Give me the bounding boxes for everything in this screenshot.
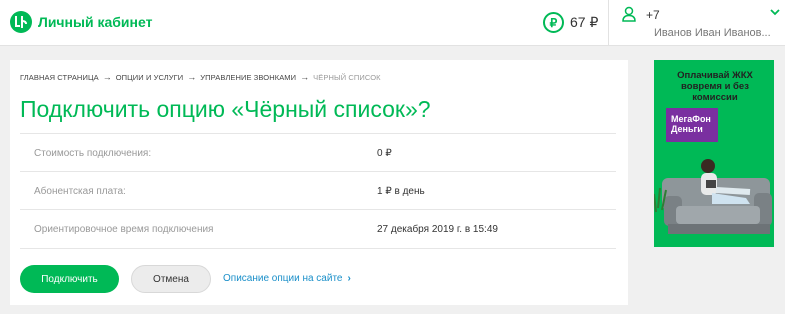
detail-value: 1 ₽ в день (377, 186, 425, 197)
logo-text: Личный кабинет (38, 14, 153, 30)
sofa-illustration (654, 159, 772, 234)
top-header: Личный кабинет ₽ 67 ₽ +7 Иванов Иван Ива… (0, 0, 785, 46)
confirm-card: Главная страница → Опции и услуги → Упра… (10, 60, 628, 305)
chevron-right-icon: › (347, 273, 351, 284)
logo[interactable]: Личный кабинет (10, 11, 152, 33)
arrow-right-icon: → (187, 72, 197, 82)
chevron-down-icon[interactable] (770, 8, 780, 16)
page-title: Подключить опцию «Чёрный список»? (20, 96, 431, 122)
detail-row-connection-cost: Стоимость подключения: 0 ₽ (20, 133, 616, 171)
option-description-link-label: Описание опции на сайте (223, 273, 343, 284)
cancel-button[interactable]: Отмена (131, 265, 211, 293)
detail-label: Ориентировочное время подключения (34, 224, 214, 235)
detail-value: 0 ₽ (377, 148, 392, 159)
ad-headline: Оплачивай ЖКХ вовремя и без комиссии (677, 70, 753, 103)
ad-badge: МегаФон Деньги (666, 108, 718, 142)
balance-amount: 67 ₽ (570, 14, 599, 30)
detail-label: Абонентская плата: (34, 186, 126, 197)
breadcrumb-item-call-management[interactable]: Управление звонками (200, 73, 296, 82)
detail-row-connection-time: Ориентировочное время подключения 27 дек… (20, 209, 616, 249)
detail-value: 27 декабря 2019 г. в 15:49 (377, 224, 498, 235)
arrow-right-icon: → (102, 72, 112, 82)
detail-label: Стоимость подключения: (34, 148, 152, 159)
ruble-icon: ₽ (543, 12, 564, 33)
account-phone: +7 (646, 8, 660, 22)
balance[interactable]: ₽ 67 ₽ (543, 12, 598, 33)
breadcrumb-item-options[interactable]: Опции и услуги (116, 73, 184, 82)
breadcrumb-item-home[interactable]: Главная страница (20, 73, 99, 82)
arrow-right-icon: → (300, 72, 310, 82)
breadcrumb-item-current: Чёрный список (313, 72, 381, 82)
header-divider (608, 0, 609, 46)
ad-banner[interactable]: Оплачивай ЖКХ вовремя и без комиссии Мег… (654, 60, 774, 247)
option-description-link[interactable]: Описание опции на сайте › (223, 273, 351, 284)
account-menu[interactable]: +7 Иванов Иван Иванов... (622, 6, 780, 42)
person-icon (622, 6, 636, 22)
megafon-logo-icon (10, 11, 32, 33)
details-table: Стоимость подключения: 0 ₽ Абонентская п… (20, 133, 616, 249)
connect-button[interactable]: Подключить (20, 265, 119, 293)
detail-row-subscription-fee: Абонентская плата: 1 ₽ в день (20, 171, 616, 209)
breadcrumb: Главная страница → Опции и услуги → Упра… (20, 72, 381, 82)
account-name: Иванов Иван Иванов... (654, 27, 771, 39)
